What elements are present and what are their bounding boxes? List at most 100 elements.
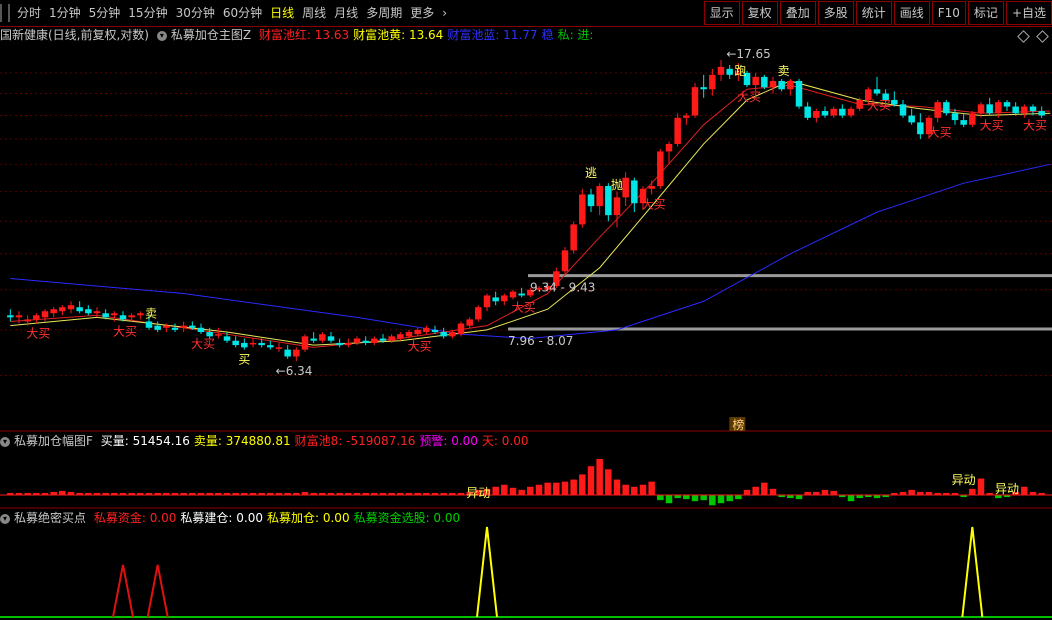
- signal-panel-title[interactable]: 私募绝密买点: [14, 511, 86, 525]
- candle-body: [171, 327, 179, 330]
- candle-body: [847, 108, 855, 116]
- candle-body: [761, 76, 768, 88]
- candle-body: [50, 309, 57, 314]
- volume-bar: [579, 474, 586, 495]
- volume-bar: [544, 482, 551, 495]
- candle-body: [275, 347, 283, 349]
- zone-lower-label: 7.96 - 8.07: [508, 334, 573, 348]
- candle-body: [657, 151, 664, 186]
- volume-legend-item-4: 天: 0.00: [481, 434, 529, 448]
- volume-bar: [587, 466, 595, 495]
- big-buy-label: 大买: [408, 339, 432, 353]
- volume-bar: [648, 481, 655, 495]
- candle-body: [821, 111, 829, 116]
- volume-bar: [639, 484, 647, 495]
- candle-body: [691, 87, 699, 116]
- volume-bar: [717, 495, 725, 504]
- candle-body: [561, 250, 569, 272]
- volume-bar: [847, 495, 855, 502]
- candle-body: [345, 342, 352, 346]
- candle-body: [111, 313, 118, 316]
- candle-body: [943, 102, 950, 114]
- candle-body: [206, 332, 213, 337]
- candle-body: [1029, 106, 1037, 112]
- candle-body: [856, 99, 863, 109]
- candle-body: [579, 194, 586, 225]
- abnormal-move-label: 异动: [995, 482, 1019, 496]
- candle-body: [449, 332, 456, 337]
- candle-body: [397, 334, 404, 339]
- candle-body: [145, 321, 153, 328]
- candle-body: [934, 102, 941, 118]
- candle-body: [951, 113, 959, 121]
- candle-body: [787, 80, 794, 90]
- candle-body: [795, 80, 803, 107]
- volume-bar: [726, 495, 733, 502]
- volume-legend-item-3: 预警: 0.00: [419, 434, 478, 448]
- big-buy-label: 大买: [1023, 119, 1047, 133]
- candle-body: [683, 115, 690, 118]
- candle-body: [119, 315, 127, 320]
- candle-body: [423, 327, 430, 333]
- volume-bar: [553, 482, 560, 495]
- candle-body: [258, 342, 265, 346]
- volume-bar: [977, 478, 985, 495]
- candle-body: [665, 143, 673, 152]
- volume-panel-title[interactable]: 私募加仓幅图F: [14, 434, 93, 448]
- yellow-signal-spike: [476, 526, 498, 618]
- candle-body: [778, 80, 785, 90]
- zone-upper-label: 9.34 - 9.43: [530, 281, 595, 295]
- candle-body: [700, 87, 707, 90]
- volume-bar: [613, 479, 621, 495]
- candle-body: [24, 319, 31, 322]
- candle-body: [319, 334, 326, 341]
- big-buy-label: 大买: [642, 197, 666, 211]
- volume-bar: [527, 486, 534, 495]
- candle-body: [908, 115, 915, 123]
- volume-legend-item-1: 卖量: 374880.81: [193, 434, 291, 448]
- candle-body: [67, 305, 75, 310]
- candle-body: [587, 194, 595, 207]
- candle-body: [891, 99, 898, 105]
- candle-body: [622, 177, 629, 198]
- candle-body: [995, 102, 1002, 114]
- signal-indicator-dropdown-icon[interactable]: ▾: [0, 513, 10, 524]
- escape-label: 逃: [585, 166, 597, 180]
- volume-bar: [622, 484, 629, 495]
- volume-bar: [761, 482, 768, 495]
- red-signal-spike: [112, 564, 134, 618]
- candle-body: [249, 342, 257, 345]
- volume-indicator-dropdown-icon[interactable]: ▾: [0, 436, 10, 447]
- volume-bar: [700, 495, 707, 501]
- big-buy-label: 大买: [26, 327, 50, 341]
- candle-body: [717, 66, 725, 75]
- kline-chart[interactable]: 大买 大买大买 大买大买大买大买大买大买 大买 大买←17.65←6.349.34 - …: [0, 0, 1052, 620]
- candle-body: [353, 338, 361, 343]
- volume-panel-header: ▾ 私募加仓幅图F 买量: 51454.16 卖量: 374880.81 财富池8: …: [0, 433, 537, 450]
- candle-body: [873, 89, 881, 94]
- candle-body: [327, 336, 335, 341]
- candle-body: [379, 338, 387, 341]
- candle-body: [457, 323, 465, 335]
- candle-body: [371, 338, 378, 343]
- volume-bar: [518, 489, 525, 495]
- big-buy-label: 大买: [867, 99, 891, 113]
- abnormal-move-label: 异动: [952, 473, 976, 487]
- candle-body: [648, 185, 655, 189]
- candle-body: [726, 68, 733, 75]
- candle-body: [804, 106, 811, 118]
- signal-legend-item-3: 私募资金选股: 0.00: [353, 511, 461, 525]
- candle-body: [215, 334, 222, 336]
- volume-bar: [657, 495, 664, 501]
- candle-body: [33, 315, 40, 320]
- candle-body: [15, 315, 23, 318]
- volume-bar: [743, 489, 751, 495]
- candle-body: [405, 332, 413, 337]
- candle-body: [475, 307, 482, 320]
- candle-body: [85, 309, 92, 314]
- candle-body: [813, 111, 820, 118]
- candle-body: [631, 180, 638, 204]
- candle-body: [613, 197, 621, 216]
- candle-body: [362, 340, 369, 343]
- volume-bar: [492, 486, 499, 495]
